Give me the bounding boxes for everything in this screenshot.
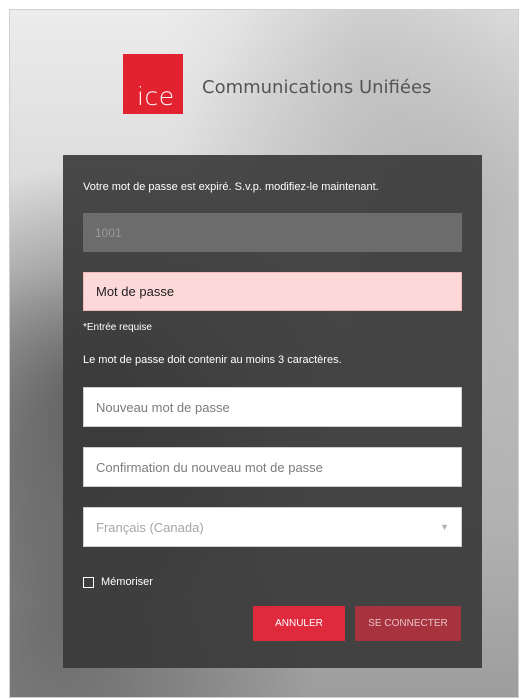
- username-value: 1001: [95, 225, 122, 240]
- login-panel: Votre mot de passe est expiré. S.v.p. mo…: [63, 155, 482, 668]
- ice-logo-text: ice: [137, 82, 175, 111]
- app-title: Communications Unifiées: [202, 77, 432, 98]
- login-background: ice Communications Unifiées Votre mot de…: [9, 9, 519, 698]
- new-password-field[interactable]: Nouveau mot de passe: [83, 387, 462, 427]
- password-rule-text: Le mot de passe doit contenir au moins 3…: [83, 354, 342, 366]
- language-selected-value: Français (Canada): [96, 519, 204, 535]
- password-field[interactable]: Mot de passe: [83, 272, 462, 311]
- ice-logo-mark: ice: [123, 54, 183, 114]
- cancel-button[interactable]: ANNULER: [253, 606, 345, 641]
- password-placeholder: Mot de passe: [96, 284, 175, 299]
- username-field[interactable]: 1001: [83, 213, 462, 252]
- language-select[interactable]: Français (Canada) ▼: [83, 507, 462, 547]
- new-password-placeholder: Nouveau mot de passe: [96, 399, 230, 415]
- confirm-password-field[interactable]: Confirmation du nouveau mot de passe: [83, 447, 462, 487]
- remember-label: Mémoriser: [101, 576, 153, 588]
- password-expired-message: Votre mot de passe est expiré. S.v.p. mo…: [83, 181, 379, 193]
- confirm-password-placeholder: Confirmation du nouveau mot de passe: [96, 459, 323, 475]
- chevron-down-icon: ▼: [440, 522, 449, 532]
- checkbox-icon[interactable]: [83, 576, 94, 588]
- required-error-text: *Entrée requise: [83, 322, 152, 333]
- remember-me[interactable]: Mémoriser: [83, 576, 153, 588]
- connect-button[interactable]: SE CONNECTER: [355, 606, 461, 641]
